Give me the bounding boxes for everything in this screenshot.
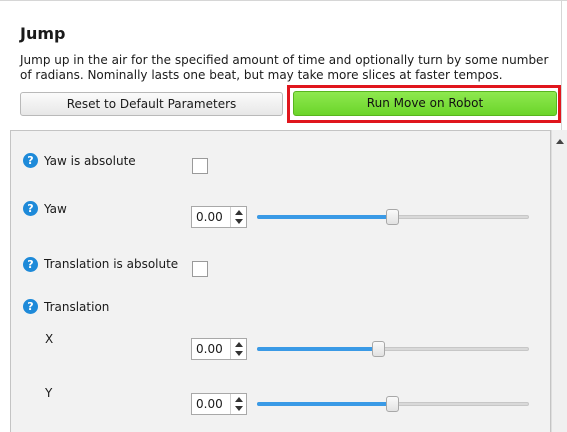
reset-defaults-button[interactable]: Reset to Default Parameters [20, 92, 283, 116]
slider-fill [257, 215, 393, 219]
help-icon[interactable]: ? [23, 201, 38, 216]
x-slider[interactable] [257, 341, 529, 357]
y-spinbox[interactable]: 0.00 [191, 393, 247, 415]
spin-up-icon[interactable] [235, 342, 243, 347]
spin-buttons[interactable] [230, 339, 247, 359]
translation-absolute-label: Translation is absolute [44, 257, 179, 271]
x-spinbox[interactable]: 0.00 [191, 338, 247, 360]
move-description: Jump up in the air for the specified amo… [20, 53, 549, 82]
vertical-scrollbar[interactable] [551, 130, 567, 432]
move-title: Jump [20, 24, 66, 43]
yaw-value: 0.00 [196, 210, 223, 224]
spin-buttons[interactable] [230, 394, 247, 414]
y-slider[interactable] [257, 396, 529, 412]
spin-down-icon[interactable] [235, 219, 243, 224]
yaw-slider[interactable] [257, 209, 529, 225]
spin-down-icon[interactable] [235, 351, 243, 356]
yaw-absolute-label: Yaw is absolute [44, 154, 136, 168]
y-label: Y [45, 386, 53, 400]
yaw-label: Yaw [44, 202, 67, 216]
help-icon[interactable]: ? [23, 299, 38, 314]
x-label: X [45, 332, 54, 346]
right-divider [561, 0, 562, 130]
help-icon[interactable]: ? [23, 257, 38, 272]
slider-handle[interactable] [386, 396, 399, 412]
top-divider [0, 0, 567, 1]
y-value: 0.00 [196, 397, 223, 411]
spin-up-icon[interactable] [235, 210, 243, 215]
yaw-absolute-checkbox[interactable] [192, 158, 208, 174]
translation-absolute-checkbox[interactable] [192, 261, 208, 277]
slider-fill [257, 347, 379, 351]
yaw-spinbox[interactable]: 0.00 [191, 206, 247, 228]
translation-label: Translation [44, 300, 110, 314]
run-move-button[interactable]: Run Move on Robot [293, 91, 557, 116]
spin-up-icon[interactable] [235, 397, 243, 402]
parameters-panel: ? Yaw is absolute ? Yaw 0.00 ? Translati… [10, 130, 551, 432]
spin-down-icon[interactable] [235, 406, 243, 411]
slider-fill [257, 402, 393, 406]
x-value: 0.00 [196, 342, 223, 356]
slider-handle[interactable] [386, 209, 399, 225]
help-icon[interactable]: ? [23, 153, 38, 168]
slider-handle[interactable] [372, 341, 385, 357]
spin-buttons[interactable] [230, 207, 247, 227]
scroll-up-icon[interactable] [556, 139, 564, 144]
